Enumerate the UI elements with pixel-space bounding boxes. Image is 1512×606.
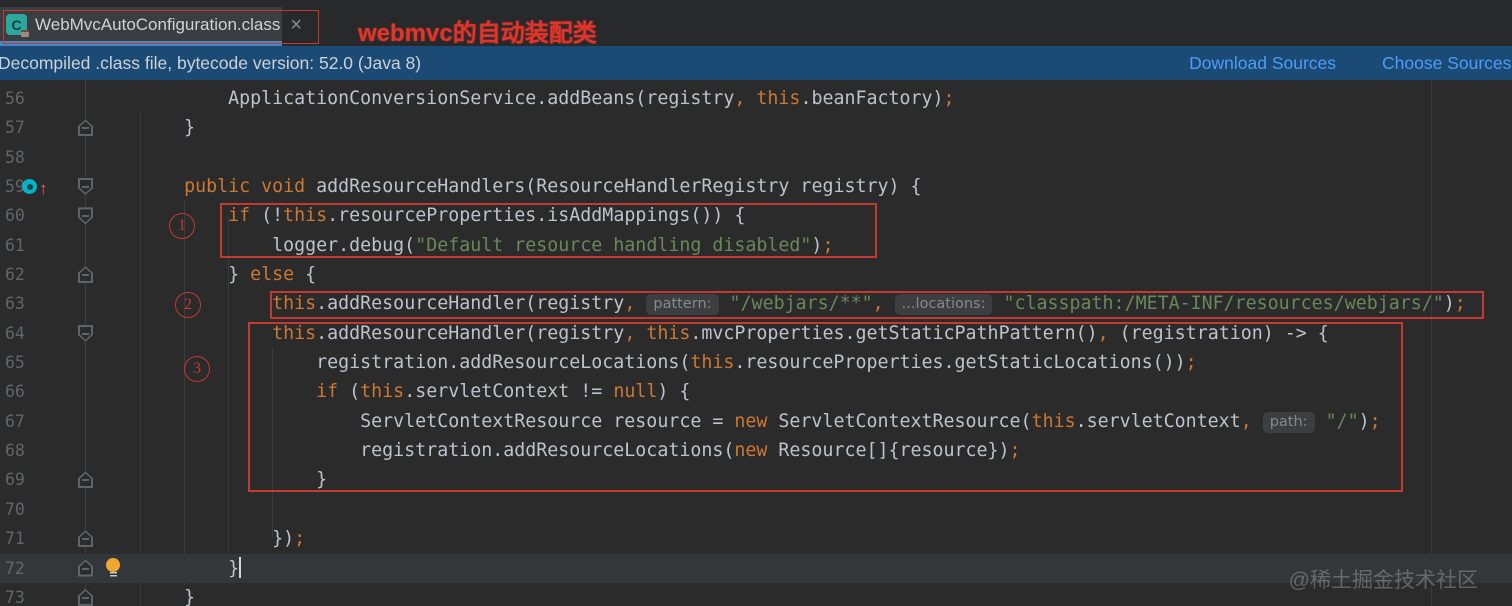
code-text: registration.addResourceLocations(this.r… — [96, 352, 1197, 374]
fold-marker-icon[interactable] — [78, 530, 93, 548]
line-number: 60 — [5, 206, 25, 226]
code-line-73: 73 } — [0, 583, 1512, 606]
close-icon[interactable]: × — [290, 15, 302, 35]
fold-marker-icon[interactable] — [78, 266, 93, 284]
code-line-70: 70 — [0, 495, 1512, 524]
fold-marker-icon[interactable] — [78, 207, 93, 225]
download-sources-link[interactable]: Download Sources — [1189, 53, 1336, 74]
code-text: registration.addResourceLocations(new Re… — [96, 440, 1021, 462]
code-text: } — [96, 586, 196, 606]
code-text: }); — [96, 528, 306, 550]
line-number: 64 — [5, 323, 25, 343]
code-line-62: 62 } else { — [0, 260, 1512, 289]
code-line-71: 71 }); — [0, 524, 1512, 553]
line-number: 62 — [5, 265, 25, 285]
code-line-69: 69 } — [0, 465, 1512, 494]
line-number: 58 — [5, 147, 25, 167]
editor-tab-bar: C WebMvcAutoConfiguration.class × — [0, 0, 1512, 46]
code-line-66: 66 if (this.servletContext != null) { — [0, 377, 1512, 406]
line-number: 71 — [5, 529, 25, 549]
code-line-65: 65 registration.addResourceLocations(thi… — [0, 348, 1512, 377]
code-text: this.addResourceHandler(registry, patter… — [272, 293, 1466, 316]
code-text: } — [96, 117, 196, 139]
code-text: ServletContextResource resource = new Se… — [96, 410, 1381, 433]
code-text: if (this.servletContext != null) { — [316, 381, 691, 403]
line-number: 69 — [5, 470, 25, 490]
code-line-63: 63 this.addResourceHandler(registry, pat… — [0, 289, 1512, 318]
line-number: 65 — [5, 353, 25, 373]
line-number: 68 — [5, 441, 25, 461]
fold-marker-icon[interactable] — [78, 559, 93, 577]
code-line-61: 61 logger.debug("Default resource handli… — [0, 231, 1512, 260]
line-number: 73 — [5, 587, 25, 606]
code-line-57: 57 } — [0, 113, 1512, 142]
overrides-method-icon[interactable]: ↑ — [22, 177, 56, 198]
line-number: 72 — [5, 558, 25, 578]
code-text: } else { — [96, 264, 317, 286]
fold-marker-icon[interactable] — [78, 119, 93, 137]
line-number: 70 — [5, 499, 25, 519]
annotation-marker-3: 3 — [184, 356, 210, 382]
parameter-hint-inlay: ...locations: — [894, 294, 993, 316]
code-text: this.addResourceHandler(registry, this.m… — [272, 322, 1329, 344]
code-editor[interactable]: 56 ApplicationConversionService.addBeans… — [0, 80, 1512, 606]
parameter-hint-inlay: path: — [1262, 411, 1315, 433]
annotation-marker-2: 2 — [175, 292, 201, 318]
code-line-64: 64 this.addResourceHandler(registry, thi… — [0, 319, 1512, 348]
line-number: 63 — [5, 294, 25, 314]
code-text: } — [96, 469, 328, 491]
tab-webmvcautoconfiguration[interactable]: C WebMvcAutoConfiguration.class × — [0, 7, 302, 42]
code-line-67: 67 ServletContextResource resource = new… — [0, 407, 1512, 436]
class-file-icon: C — [6, 14, 29, 37]
code-line-68: 68 registration.addResourceLocations(new… — [0, 436, 1512, 465]
annotation-marker-1: 1 — [169, 213, 195, 239]
code-text: logger.debug("Default resource handling … — [96, 234, 834, 256]
fold-marker-icon[interactable] — [78, 471, 93, 489]
code-text: } — [96, 556, 242, 579]
code-line-59: 59 ↑ public void addResourceHandlers(Reso… — [0, 172, 1512, 201]
parameter-hint-inlay: pattern: — [646, 294, 719, 316]
line-number: 66 — [5, 382, 25, 402]
line-number: 61 — [5, 235, 25, 255]
code-line-72: 72 } — [0, 553, 1512, 583]
code-text: ApplicationConversionService.addBeans(re… — [96, 88, 955, 109]
banner-message: Decompiled .class file, bytecode version… — [0, 52, 422, 73]
line-number: 67 — [5, 411, 25, 431]
code-line-60: 60 if (!this.resourceProperties.isAddMap… — [0, 201, 1512, 230]
lock-icon — [21, 30, 29, 37]
choose-sources-link[interactable]: Choose Sources... — [1382, 53, 1512, 74]
code-text: public void addResourceHandlers(Resource… — [184, 176, 922, 198]
line-number: 56 — [5, 89, 25, 108]
code-line-56: 56 ApplicationConversionService.addBeans… — [0, 84, 1512, 113]
decompiled-notification-banner: Decompiled .class file, bytecode version… — [0, 46, 1512, 80]
code-line-58: 58 — [0, 143, 1512, 172]
line-number: 57 — [5, 118, 25, 138]
watermark: @稀土掘金技术社区 — [1288, 569, 1478, 592]
text-cursor — [239, 556, 242, 578]
fold-marker-icon[interactable] — [78, 178, 93, 196]
fold-marker-icon[interactable] — [78, 324, 93, 342]
banner-links: Download Sources Choose Sources... — [1189, 46, 1512, 80]
tab-title: WebMvcAutoConfiguration.class — [35, 14, 281, 34]
annotation-title: webmvc的自动装配类 — [358, 20, 597, 47]
fold-marker-icon[interactable] — [78, 588, 93, 606]
